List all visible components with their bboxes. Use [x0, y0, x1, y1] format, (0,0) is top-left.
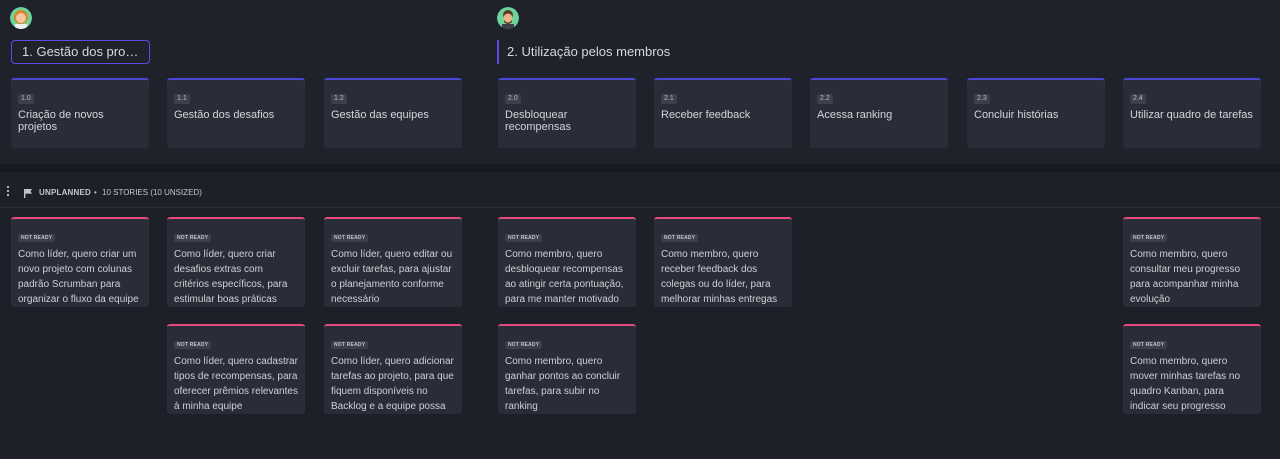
story-text: Como líder, quero cadastrar tipos de rec… [174, 356, 298, 412]
story-text: Como membro, quero ganhar pontos ao conc… [505, 356, 621, 412]
flag-icon [24, 189, 32, 198]
story-text: Como líder, quero editar ou excluir tare… [331, 249, 453, 305]
task-number: 2.0 [505, 94, 521, 104]
status-badge: NOT READY [1130, 341, 1168, 349]
release-header: UNPLANNED • 10 STORIES (10 UNSIZED) [0, 180, 1280, 204]
status-badge: NOT READY [1130, 234, 1168, 242]
task-number: 2.2 [817, 94, 833, 104]
status-badge: NOT READY [331, 341, 369, 349]
status-badge: NOT READY [18, 234, 56, 242]
task-card[interactable]: 2.1 Receber feedback [654, 78, 792, 148]
release-separator: • [94, 188, 97, 197]
task-label: Concluir histórias [974, 109, 1059, 121]
task-number: 2.4 [1130, 94, 1146, 104]
release-title: UNPLANNED [39, 188, 92, 197]
status-badge: NOT READY [505, 234, 543, 242]
story-text: Como membro, quero desbloquear recompens… [505, 249, 624, 305]
status-badge: NOT READY [174, 341, 212, 349]
task-number: 1.0 [18, 94, 34, 104]
story-card[interactable]: NOT READY Como líder, quero cadastrar ti… [167, 324, 305, 414]
task-card[interactable]: 1.0 Criação de novos projetos [11, 78, 149, 148]
task-card[interactable]: 2.2 Acessa ranking [810, 78, 948, 148]
divider [0, 164, 1280, 172]
task-card[interactable]: 2.4 Utilizar quadro de tarefas [1123, 78, 1261, 148]
kebab-icon[interactable] [7, 186, 10, 198]
story-card[interactable]: NOT READY Como líder, quero criar um nov… [11, 217, 149, 307]
persona-avatar-membro[interactable] [497, 7, 519, 29]
status-badge: NOT READY [505, 341, 543, 349]
persona-avatar-lider[interactable] [10, 7, 32, 29]
story-text: Como membro, quero receber feedback dos … [661, 249, 778, 305]
task-label: Utilizar quadro de tarefas [1130, 109, 1253, 121]
story-text: Como líder, quero adicionar tarefas ao p… [331, 356, 454, 412]
activity-utilizacao-membros[interactable]: 2. Utilização pelos membros [497, 40, 670, 64]
task-label: Acessa ranking [817, 109, 893, 121]
task-number: 2.1 [661, 94, 677, 104]
release-divider [0, 207, 1280, 208]
story-text: Como líder, quero criar um novo projeto … [18, 249, 139, 305]
story-text: Como membro, quero mover minhas tarefas … [1130, 356, 1241, 412]
status-badge: NOT READY [174, 234, 212, 242]
task-card[interactable]: 1.2 Gestão das equipes [324, 78, 462, 148]
task-label: Receber feedback [661, 109, 751, 121]
story-card[interactable]: NOT READY Como membro, quero receber fee… [654, 217, 792, 307]
task-number: 2.3 [974, 94, 990, 104]
task-card[interactable]: 2.3 Concluir histórias [967, 78, 1105, 148]
task-card[interactable]: 2.0 Desbloquear recompensas [498, 78, 636, 148]
story-card[interactable]: NOT READY Como membro, quero mover minha… [1123, 324, 1261, 414]
activity-gestao-projetos[interactable]: 1. Gestão dos projetos [11, 40, 150, 64]
task-label: Criação de novos projetos [18, 109, 104, 133]
persona-lider-icon [10, 7, 32, 29]
task-number: 1.2 [331, 94, 347, 104]
status-badge: NOT READY [661, 234, 699, 242]
task-card[interactable]: 1.1 Gestão dos desafios [167, 78, 305, 148]
story-card[interactable]: NOT READY Como líder, quero adicionar ta… [324, 324, 462, 414]
task-label: Desbloquear recompensas [505, 109, 572, 133]
task-label: Gestão dos desafios [174, 109, 275, 121]
story-text: Como líder, quero criar desafios extras … [174, 249, 288, 305]
task-number: 1.1 [174, 94, 190, 104]
story-card[interactable]: NOT READY Como líder, quero criar desafi… [167, 217, 305, 307]
story-card[interactable]: NOT READY Como membro, quero consultar m… [1123, 217, 1261, 307]
story-card[interactable]: NOT READY Como líder, quero editar ou ex… [324, 217, 462, 307]
story-card[interactable]: NOT READY Como membro, quero ganhar pont… [498, 324, 636, 414]
status-badge: NOT READY [331, 234, 369, 242]
release-story-count: 10 STORIES (10 UNSIZED) [102, 188, 202, 197]
story-card[interactable]: NOT READY Como membro, quero desbloquear… [498, 217, 636, 307]
persona-membro-icon [497, 7, 519, 29]
task-label: Gestão das equipes [331, 109, 429, 121]
story-text: Como membro, quero consultar meu progres… [1130, 249, 1241, 305]
